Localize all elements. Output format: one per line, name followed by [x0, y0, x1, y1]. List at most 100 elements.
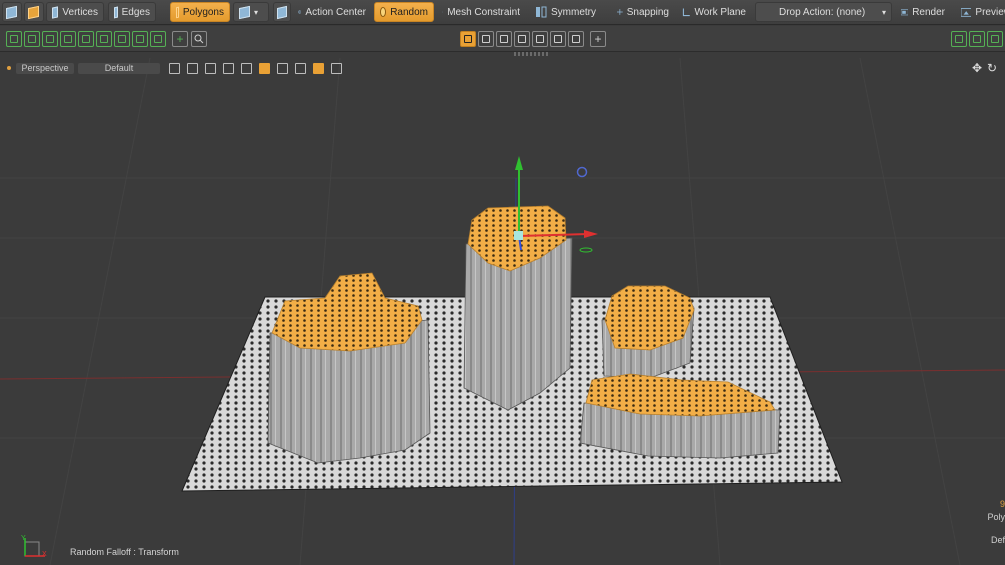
render-button[interactable]: Render [896, 2, 950, 22]
render-label: Render [912, 6, 945, 18]
drop-action-dropdown[interactable]: Drop Action: (none) ▾ [755, 2, 892, 22]
list-view-icon[interactable] [951, 31, 967, 47]
edges-label: Edges [121, 6, 150, 18]
y-arrow-icon[interactable] [515, 156, 523, 170]
texture-display-icon[interactable] [223, 63, 234, 74]
axis-orientation-indicator: Y X [21, 535, 47, 558]
view-style-dropdown[interactable]: Default [78, 63, 160, 74]
mesh-constraint-button[interactable]: Mesh Constraint [437, 2, 525, 22]
svg-text:Y: Y [21, 535, 26, 542]
cage-display-icon[interactable] [205, 63, 216, 74]
select-tool-icon[interactable] [6, 31, 22, 47]
symmetry-button[interactable]: Symmetry [530, 2, 604, 22]
chevron-down-icon: ▾ [881, 7, 886, 17]
camera-tool-icon[interactable] [550, 31, 566, 47]
right-upper-block-mesh[interactable] [601, 285, 695, 379]
pivot-tool-icon[interactable] [568, 31, 584, 47]
plane-handle-icon[interactable] [579, 247, 593, 253]
random-falloff-button[interactable]: Random [374, 2, 434, 22]
camera-view-icon[interactable] [331, 63, 342, 74]
drop-action-label: Drop Action: (none) [779, 6, 866, 18]
rotate-tool-icon[interactable] [514, 31, 530, 47]
viewport-menu-icon[interactable] [7, 66, 11, 70]
scene-canvas[interactable]: Y X [0, 58, 1005, 565]
work-plane-button[interactable]: Work Plane [677, 2, 751, 22]
3d-viewport[interactable]: Y X Perspective Default ✥ ↻ Random Fallo… [0, 58, 1005, 565]
edges-icon [114, 6, 118, 18]
grid-display-icon[interactable] [187, 63, 198, 74]
selection-type-dropdown[interactable]: ▾ [233, 2, 269, 22]
render-icon [901, 9, 909, 16]
materials-mode-button[interactable] [24, 2, 44, 22]
view-style-label: Default [104, 63, 134, 73]
rotate-handle-icon[interactable] [576, 166, 588, 178]
shaded-mode-icon[interactable] [259, 63, 270, 74]
vertices-label: Vertices [62, 6, 98, 18]
polygons-label: Polygons [182, 6, 224, 18]
snapping-button[interactable]: Snapping [612, 2, 674, 22]
properties-icon[interactable] [987, 31, 1003, 47]
work-plane-label: Work Plane [694, 6, 746, 18]
snapping-label: Snapping [626, 6, 669, 18]
polygons-mode-button[interactable]: Polygons [170, 2, 230, 22]
action-center-label: Action Center [305, 6, 366, 18]
toolbar-drag-handle[interactable] [514, 52, 548, 56]
cube-icon [6, 5, 17, 19]
box-select-icon[interactable] [60, 31, 76, 47]
expand-select-icon[interactable] [114, 31, 130, 47]
wireframe-icon[interactable] [169, 63, 180, 74]
random-icon [380, 7, 387, 17]
orbit-icon[interactable]: ↻ [987, 61, 997, 75]
material-cube-icon [28, 5, 39, 19]
layers-icon[interactable] [969, 31, 985, 47]
lasso-select-icon[interactable] [96, 31, 112, 47]
item-mode-button[interactable] [2, 2, 22, 22]
projection-label: Perspective [21, 63, 69, 73]
symmetry-icon [536, 6, 547, 18]
preview-icon [961, 8, 972, 17]
work-plane-icon [682, 8, 690, 17]
path-tool-icon[interactable] [42, 31, 58, 47]
pan-icon[interactable]: ✥ [972, 61, 982, 75]
vertices-mode-button[interactable]: Vertices [46, 2, 104, 22]
tool-row: + + [0, 26, 1005, 52]
move-tool-icon[interactable] [24, 31, 40, 47]
mesh-constraint-icon [442, 11, 444, 13]
projection-dropdown[interactable]: Perspective [16, 63, 74, 74]
smooth-tool-icon[interactable] [532, 31, 548, 47]
edges-mode-button[interactable]: Edges [108, 2, 156, 22]
gizmo-center-handle[interactable] [514, 231, 523, 240]
search-icon[interactable] [191, 31, 207, 47]
readout-top: 9 [999, 499, 1005, 509]
action-center-button[interactable]: Action Center [293, 2, 371, 22]
falloff-icon [277, 5, 287, 19]
add-preset-icon[interactable]: + [590, 31, 606, 47]
preview-button[interactable]: Preview [956, 2, 1005, 22]
contract-select-icon[interactable] [132, 31, 148, 47]
chevron-down-icon: ▾ [254, 7, 259, 17]
svg-text:X: X [42, 551, 47, 558]
mesh-cage-icon[interactable] [460, 31, 476, 47]
shadow-icon[interactable] [295, 63, 306, 74]
mesh-constraint-label: Mesh Constraint [447, 6, 520, 18]
transform-gizmo-icon[interactable] [478, 31, 494, 47]
vertices-icon [52, 5, 59, 19]
tool-status-text: Random Falloff : Transform [70, 547, 179, 557]
readout-bottom: Def [990, 535, 1005, 545]
polygons-icon [176, 6, 179, 18]
x-arrow-icon[interactable] [584, 230, 598, 238]
falloff-button[interactable] [273, 2, 291, 22]
viewport-header: Perspective Default ✥ ↻ [0, 58, 1005, 78]
crosshair-icon [298, 10, 302, 14]
element-move-icon[interactable] [496, 31, 512, 47]
selection-highlight-icon[interactable] [313, 63, 324, 74]
preview-label: Preview [975, 6, 1005, 18]
selection-type-icon [239, 5, 250, 19]
add-tool-icon[interactable]: + [172, 31, 188, 47]
random-label: Random [390, 6, 428, 18]
invert-select-icon[interactable] [150, 31, 166, 47]
lighting-icon[interactable] [277, 63, 288, 74]
loop-select-icon[interactable] [78, 31, 94, 47]
symmetry-label: Symmetry [551, 6, 596, 18]
overlay-icon[interactable] [241, 63, 252, 74]
